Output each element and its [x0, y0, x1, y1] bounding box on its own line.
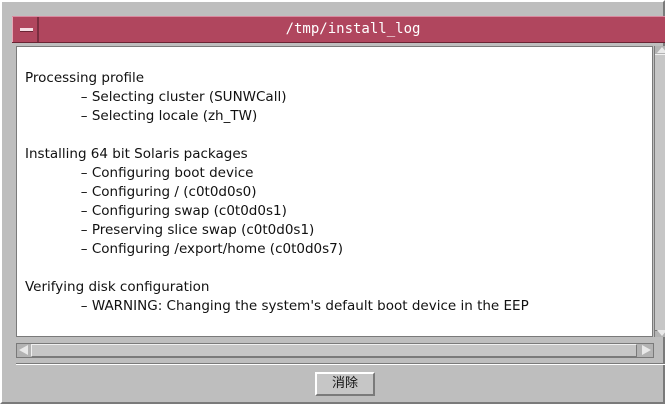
log-line: – Configuring swap (c0t0d0s1)	[25, 203, 287, 219]
vertical-scrollbar[interactable]	[654, 46, 665, 337]
window-menu-icon	[20, 28, 33, 32]
scroll-up-arrow-icon[interactable]	[657, 47, 665, 53]
window-menu-button[interactable]	[12, 17, 39, 42]
log-line: – Selecting locale (zh_TW)	[25, 108, 258, 124]
log-line: – Selecting cluster (SUNWCall)	[25, 89, 287, 105]
log-line: – Preserving slice swap (c0t0d0s1)	[25, 222, 315, 238]
vertical-scroll-thumb[interactable]	[655, 54, 665, 331]
window-title: /tmp/install_log	[285, 21, 421, 37]
log-line: – WARNING: Changing the system's default…	[25, 298, 529, 314]
title-bar[interactable]: /tmp/install_log	[12, 16, 665, 43]
log-line: Installing 64 bit Solaris packages	[25, 146, 248, 162]
horizontal-scroll-thumb[interactable]	[31, 344, 637, 357]
log-line: Verifying disk configuration	[25, 279, 210, 295]
scroll-left-arrow-icon[interactable]	[19, 345, 28, 355]
scroll-right-arrow-icon[interactable]	[642, 345, 651, 355]
clear-button[interactable]: 消除	[315, 372, 375, 396]
footer-separator	[16, 363, 665, 365]
log-line: Processing profile	[25, 70, 145, 86]
log-line: – Configuring /export/home (c0t0d0s7)	[25, 241, 344, 257]
log-text-area[interactable]: Processing profile – Selecting cluster (…	[16, 46, 653, 337]
log-line: – Configuring / (c0t0d0s0)	[25, 184, 257, 200]
horizontal-scrollbar[interactable]	[16, 343, 654, 358]
scroll-down-arrow-icon[interactable]	[657, 330, 665, 336]
install-log-window: /tmp/install_log Processing profile – Se…	[0, 0, 665, 404]
log-line: – Configuring boot device	[25, 165, 254, 181]
